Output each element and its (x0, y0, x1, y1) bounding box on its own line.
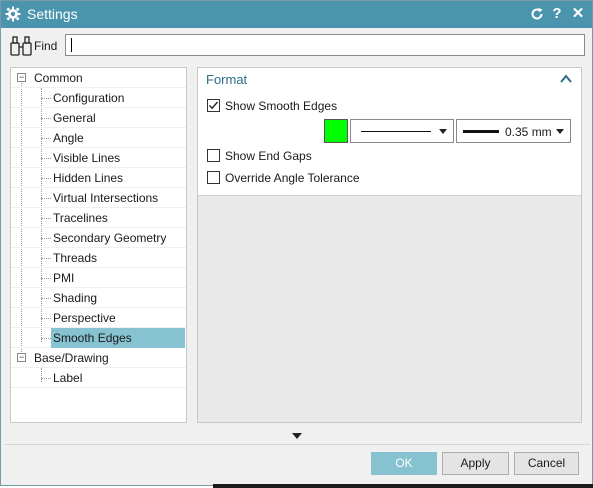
format-group: Format Show Smooth Edges 0.35 mm Show En… (198, 68, 581, 196)
cancel-button[interactable]: Cancel (514, 452, 579, 475)
help-button[interactable]: ? (547, 4, 567, 24)
tree-item-label: Virtual Intersections (53, 191, 159, 205)
ok-button[interactable]: OK (371, 452, 437, 475)
override-angle-tolerance-label: Override Angle Tolerance (225, 171, 360, 185)
tree-item-label: General (53, 111, 96, 125)
tree-item-virtual-intersections[interactable]: Virtual Intersections (11, 188, 186, 208)
tree-item-label: Visible Lines (53, 151, 121, 165)
tree-item-label: Threads (53, 251, 98, 265)
line-width-value: 0.35 mm (505, 125, 552, 139)
line-width-sample (463, 130, 499, 133)
line-width-dropdown[interactable]: 0.35 mm (456, 119, 571, 143)
tree-item-label: PMI (53, 271, 75, 285)
override-angle-tolerance-checkbox[interactable] (207, 171, 220, 184)
tree-item-configuration[interactable]: Configuration (11, 88, 186, 108)
tree-item-hidden-lines[interactable]: Hidden Lines (11, 168, 186, 188)
settings-panel: Format Show Smooth Edges 0.35 mm Show En… (197, 67, 582, 423)
find-input[interactable] (65, 34, 585, 56)
settings-dialog: Settings ? ✕ Find − Common Configuration… (0, 0, 593, 486)
window-title: Settings (27, 6, 78, 22)
settings-tree[interactable]: − Common Configuration General Angle Vis… (10, 67, 187, 423)
collapse-icon[interactable]: − (17, 353, 26, 362)
tree-item-base-drawing[interactable]: − Base/Drawing (11, 348, 186, 368)
tree-item-label: Label (53, 371, 83, 385)
show-end-gaps-checkbox[interactable] (207, 149, 220, 162)
title-bar[interactable]: Settings ? ✕ (1, 1, 592, 28)
dropdown-arrow-icon (439, 129, 447, 134)
show-smooth-edges-label: Show Smooth Edges (225, 99, 338, 113)
tree-item-label: Shading (53, 291, 98, 305)
group-title: Format (206, 72, 248, 87)
tree-item-label-setting[interactable]: Label (11, 368, 186, 388)
show-smooth-edges-checkbox[interactable] (207, 99, 220, 112)
tree-item-pmi[interactable]: PMI (11, 268, 186, 288)
tree-item-label: Perspective (53, 311, 116, 325)
background-window-strip (213, 484, 593, 488)
tree-item-smooth-edges[interactable]: Smooth Edges (11, 328, 186, 348)
tree-item-visible-lines[interactable]: Visible Lines (11, 148, 186, 168)
refresh-icon (531, 8, 543, 20)
tree-item-perspective[interactable]: Perspective (11, 308, 186, 328)
tree-item-tracelines[interactable]: Tracelines (11, 208, 186, 228)
text-caret (71, 38, 72, 52)
refresh-button[interactable] (527, 4, 547, 24)
color-swatch[interactable] (324, 119, 348, 143)
tree-item-shading[interactable]: Shading (11, 288, 186, 308)
footer-divider (5, 444, 590, 445)
tree-item-label: Common (34, 71, 83, 85)
show-end-gaps-label: Show End Gaps (225, 149, 312, 163)
tree-item-label: Tracelines (53, 211, 108, 225)
solid-line-sample (361, 131, 431, 132)
tree-item-threads[interactable]: Threads (11, 248, 186, 268)
find-label: Find (34, 39, 58, 53)
tree-item-label: Angle (53, 131, 84, 145)
gear-icon (5, 6, 21, 22)
tree-item-label: Hidden Lines (53, 171, 124, 185)
chevron-up-icon[interactable] (559, 72, 573, 86)
tree-item-label: Base/Drawing (34, 351, 109, 365)
binoculars-icon (10, 36, 32, 56)
tree-item-angle[interactable]: Angle (11, 128, 186, 148)
close-button[interactable]: ✕ (568, 4, 588, 24)
tree-item-label: Secondary Geometry (53, 231, 167, 245)
apply-button[interactable]: Apply (442, 452, 509, 475)
find-bar: Find (1, 29, 592, 61)
dropdown-arrow-icon (556, 129, 564, 134)
tree-item-common[interactable]: − Common (11, 68, 186, 88)
checkmark-icon (209, 101, 219, 110)
expand-dialog-icon[interactable] (292, 433, 302, 439)
collapse-icon[interactable]: − (17, 73, 26, 82)
tree-item-label: Configuration (53, 91, 125, 105)
line-font-dropdown[interactable] (350, 119, 454, 143)
tree-item-secondary-geometry[interactable]: Secondary Geometry (11, 228, 186, 248)
tree-item-general[interactable]: General (11, 108, 186, 128)
tree-item-label: Smooth Edges (53, 331, 132, 345)
